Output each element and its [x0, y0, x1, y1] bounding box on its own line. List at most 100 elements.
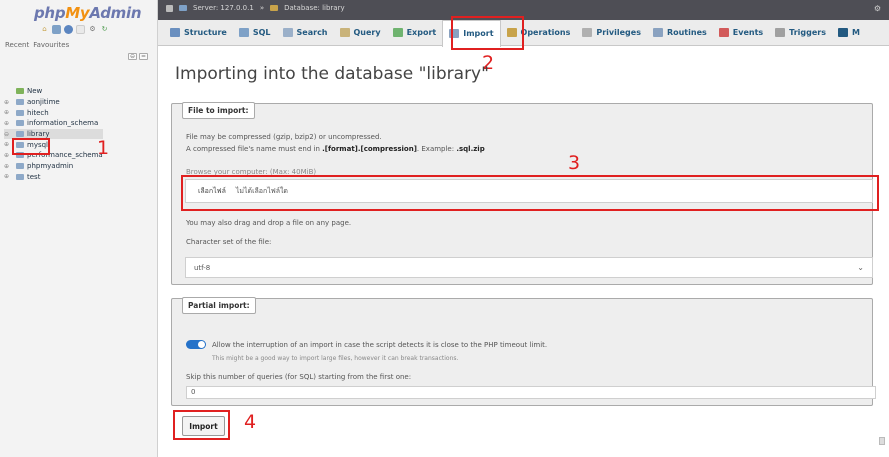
- privileges-icon: [582, 28, 593, 37]
- database-icon: [16, 131, 24, 138]
- database-icon: [16, 109, 24, 116]
- server-icon: [179, 5, 187, 11]
- charset-value: utf-8: [194, 263, 211, 272]
- tab-triggers[interactable]: Triggers: [769, 20, 832, 45]
- tab-label: Search: [296, 28, 328, 37]
- expand-icon[interactable]: ⊕: [4, 173, 14, 180]
- tree-item-hitech[interactable]: ⊕ hitech: [4, 107, 103, 118]
- collapse-nav-icon[interactable]: [166, 4, 173, 12]
- tree-item-label: library: [27, 130, 50, 139]
- expand-icon[interactable]: ⊕: [4, 99, 14, 106]
- tab-m[interactable]: M: [832, 20, 866, 45]
- expand-icon[interactable]: ⊕: [4, 163, 14, 170]
- tab-label: Triggers: [789, 28, 827, 37]
- triggers-icon: [775, 28, 786, 37]
- info-icon[interactable]: [64, 25, 73, 34]
- tab-query[interactable]: Query: [334, 20, 387, 45]
- scroll-to-top-icon[interactable]: [879, 437, 885, 445]
- tab-label: Structure: [184, 28, 227, 37]
- drag-drop-hint: You may also drag and drop a file on any…: [186, 219, 352, 227]
- tab-label: Export: [406, 28, 437, 37]
- tree-item-label: hitech: [27, 108, 49, 117]
- skip-queries-label: Skip this number of queries (for SQL) st…: [186, 373, 412, 381]
- breadcrumb-separator: »: [259, 4, 265, 12]
- tab-label: Operations: [520, 28, 571, 37]
- tab-export[interactable]: Export: [387, 20, 443, 45]
- tree-item-label: information_schema: [27, 119, 99, 128]
- database-icon: [16, 163, 24, 170]
- database-icon: [16, 173, 24, 180]
- highlight-box-3: [181, 175, 879, 211]
- recent-favourites-tabs: Recent Favourites: [5, 41, 69, 49]
- tree-item-label: test: [27, 172, 41, 181]
- charset-label: Character set of the file:: [186, 238, 272, 246]
- tab-label: Events: [732, 28, 764, 37]
- events-icon: [718, 28, 729, 37]
- routines-icon: [652, 28, 663, 37]
- step-number-1: 1: [97, 137, 110, 159]
- toggle-knob: [198, 341, 205, 348]
- tree-item-label: phpmyadmin: [27, 162, 74, 171]
- expand-icon[interactable]: ⊕: [4, 109, 14, 116]
- step-number-3: 3: [568, 152, 581, 174]
- chevron-down-icon: ⌄: [857, 263, 864, 272]
- docs-icon[interactable]: [76, 25, 85, 34]
- sql-icon: [238, 28, 249, 37]
- tree-item-test[interactable]: ⊕ test: [4, 172, 103, 183]
- breadcrumb-database[interactable]: Database: library: [284, 4, 345, 12]
- allow-interrupt-label[interactable]: Allow the interruption of an import in c…: [212, 341, 547, 349]
- database-icon: [16, 99, 24, 106]
- expand-icon[interactable]: ⊖: [4, 131, 14, 138]
- favourites-tab[interactable]: Favourites: [33, 41, 69, 49]
- structure-icon: [170, 28, 180, 37]
- home-icon[interactable]: ⌂: [40, 25, 49, 34]
- expand-icon[interactable]: ⊕: [4, 120, 14, 127]
- tree-controls: ⊖ =: [128, 53, 148, 60]
- highlight-box-2: [451, 16, 524, 50]
- tab-label: Query: [353, 28, 381, 37]
- allow-interrupt-hint: This might be a good way to import large…: [212, 355, 459, 362]
- step-number-4: 4: [244, 411, 257, 433]
- settings-icon[interactable]: ⚙: [88, 25, 97, 34]
- highlight-box-4: [173, 410, 230, 440]
- database-icon[interactable]: [52, 25, 61, 34]
- collapse-all-icon[interactable]: ⊖: [128, 53, 137, 60]
- compression-format-note: A compressed file's name must end in .[f…: [186, 145, 485, 153]
- tree-item-new[interactable]: New: [4, 86, 103, 97]
- file-to-import-legend: File to import:: [182, 102, 255, 119]
- tree-item-aonjitime[interactable]: ⊕ aonjitime: [4, 97, 103, 108]
- breadcrumb-server[interactable]: Server: 127.0.0.1: [193, 4, 254, 12]
- breadcrumb: Server: 127.0.0.1 » Database: library: [166, 4, 345, 12]
- tree-item-information-schema[interactable]: ⊕ information_schema: [4, 118, 103, 129]
- tab-sql[interactable]: SQL: [233, 20, 277, 45]
- partial-import-legend: Partial import:: [182, 297, 256, 314]
- recent-tab[interactable]: Recent: [5, 41, 29, 49]
- link-with-main-icon[interactable]: =: [139, 53, 148, 60]
- settings-gear-icon[interactable]: ⚙: [874, 4, 881, 13]
- main-content: Importing into the database "library" Fi…: [158, 47, 889, 457]
- compression-note: File may be compressed (gzip, bzip2) or …: [186, 133, 382, 141]
- tab-structure[interactable]: Structure: [164, 20, 233, 45]
- new-database-icon: [16, 88, 24, 95]
- charset-select[interactable]: utf-8 ⌄: [185, 257, 873, 278]
- export-icon: [392, 28, 403, 37]
- tab-events[interactable]: Events: [713, 20, 769, 45]
- tab-label: Routines: [666, 28, 707, 37]
- tab-routines[interactable]: Routines: [647, 20, 713, 45]
- database-tree: New ⊕ aonjitime ⊕ hitech ⊕ information_schema ⊖…: [4, 86, 103, 182]
- tree-item-phpmyadmin[interactable]: ⊕ phpmyadmin: [4, 161, 103, 172]
- allow-interrupt-toggle[interactable]: [186, 340, 206, 349]
- reload-icon[interactable]: ↻: [100, 25, 109, 34]
- tree-item-label: aonjitime: [27, 98, 60, 107]
- database-icon: [16, 120, 24, 127]
- tab-privileges[interactable]: Privileges: [576, 20, 647, 45]
- skip-queries-input[interactable]: 0: [186, 386, 876, 399]
- tab-label: M: [852, 28, 860, 37]
- database-icon: [270, 5, 279, 11]
- tab-search[interactable]: Search: [277, 20, 334, 45]
- tab-label: SQL: [252, 28, 271, 37]
- query-icon: [339, 28, 350, 37]
- phpmyadmin-logo[interactable]: phpMyAdmin: [34, 4, 142, 22]
- tab-label: Privileges: [596, 28, 641, 37]
- partial-import-fieldset: Partial import: Allow the interruption o…: [171, 297, 876, 406]
